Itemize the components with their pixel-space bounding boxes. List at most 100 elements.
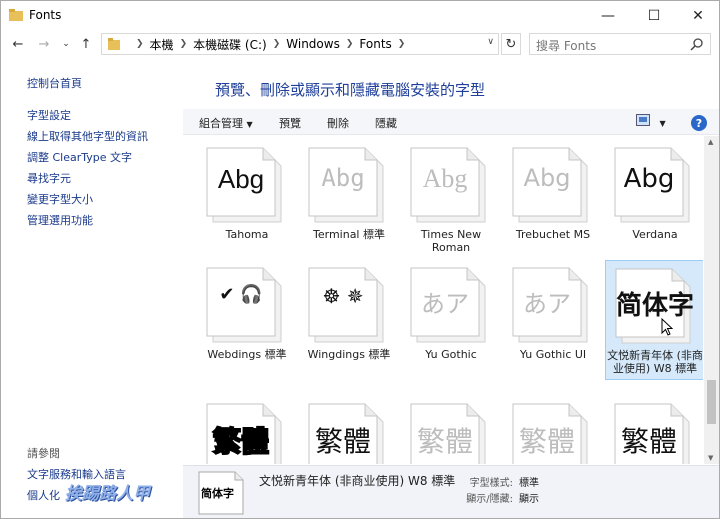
left-pane: 控制台首頁 字型設定 線上取得其他字型的資訊 調整 ClearType 文字 尋… bbox=[1, 65, 183, 518]
organize-menu[interactable]: 組合管理 ▼ bbox=[199, 115, 253, 131]
close-button[interactable]: ✕ bbox=[675, 1, 719, 31]
font-file-icon: Abg bbox=[203, 144, 289, 224]
font-tile[interactable]: あア Yu Gothic UI bbox=[503, 260, 603, 380]
window-title: Fonts bbox=[29, 8, 62, 22]
address-bar[interactable]: ❯ 本機 ❯ 本機磁碟 (C:) ❯ Windows ❯ Fonts ❯ ∨ bbox=[101, 33, 499, 55]
search-placeholder: 搜尋 Fonts bbox=[536, 39, 597, 53]
details-pane: 简体字 文悦新青年体 (非商业使用) W8 標準 字型樣式: 標準 顯示/隱藏:… bbox=[183, 465, 719, 518]
font-tile[interactable]: ✔ 🎧 Webdings 標準 bbox=[197, 260, 297, 380]
font-file-icon: あア bbox=[509, 264, 595, 344]
selected-font-thumbnail: 简体字 bbox=[197, 470, 245, 516]
font-sample-text: Abg bbox=[523, 164, 571, 192]
font-file-icon: ☸ ✵ bbox=[305, 264, 391, 344]
find-character-link[interactable]: 尋找字元 bbox=[27, 170, 71, 186]
watermark: 挨踢路人甲 bbox=[65, 484, 150, 504]
chevron-down-icon[interactable]: ∨ bbox=[487, 37, 494, 47]
page-title: 預覽、刪除或顯示和隱藏電腦安裝的字型 bbox=[215, 81, 486, 99]
mouse-cursor-icon bbox=[661, 318, 673, 336]
preview-button[interactable]: 預覽 bbox=[279, 115, 301, 131]
vertical-scrollbar[interactable]: ▲ ▼ bbox=[704, 136, 719, 464]
font-sample-text: 繁體 bbox=[620, 425, 677, 458]
font-tile[interactable]: ☸ ✵ Wingdings 標準 bbox=[299, 260, 399, 380]
search-input[interactable]: 搜尋 Fonts bbox=[529, 33, 711, 55]
font-file-icon: Abg bbox=[305, 144, 391, 224]
font-file-icon: Abg bbox=[407, 144, 493, 224]
change-font-size-link[interactable]: 變更字型大小 bbox=[27, 191, 93, 207]
font-sample-text: Abg bbox=[217, 164, 265, 194]
breadcrumb-item[interactable]: Fonts bbox=[359, 37, 391, 51]
selected-font-sample: 简体字 bbox=[201, 487, 234, 500]
font-file-icon: あア bbox=[407, 264, 493, 344]
font-sample-text: 简体字 bbox=[616, 291, 695, 321]
font-tile[interactable]: Abg Terminal 標準 bbox=[299, 140, 399, 260]
font-tile[interactable]: 繁體 bbox=[401, 396, 501, 464]
font-tile[interactable]: Abg Verdana bbox=[605, 140, 703, 260]
font-name-label: Wingdings 標準 bbox=[307, 348, 391, 361]
font-file-icon: Abg bbox=[509, 144, 595, 224]
breadcrumb-item[interactable]: Windows bbox=[286, 37, 340, 51]
folder-icon bbox=[9, 9, 23, 21]
font-name-label: Times New Roman bbox=[420, 228, 482, 254]
selected-font-name: 文悦新青年体 (非商业使用) W8 標準 bbox=[259, 474, 456, 488]
manage-optional-features-link[interactable]: 管理選用功能 bbox=[27, 212, 93, 228]
command-toolbar: 組合管理 ▼ 預覽 刪除 隱藏 ▼ bbox=[183, 109, 719, 135]
font-settings-link[interactable]: 字型設定 bbox=[27, 107, 71, 123]
scroll-up-icon: ▲ bbox=[708, 138, 714, 146]
font-tile[interactable]: Abg Trebuchet MS bbox=[503, 140, 603, 260]
font-tile[interactable]: 繁體 bbox=[605, 396, 703, 464]
font-name-label: Yu Gothic UI bbox=[519, 348, 587, 361]
font-sample-text: Abg bbox=[321, 164, 365, 192]
breadcrumb-item[interactable]: 本機磁碟 (C:) bbox=[193, 36, 267, 53]
font-tile[interactable]: 繁體 bbox=[503, 396, 603, 464]
view-options-button[interactable]: ▼ bbox=[636, 114, 666, 129]
back-button[interactable]: ← bbox=[9, 35, 27, 53]
font-sample-text: Abg bbox=[422, 164, 468, 193]
font-name-label: Verdana bbox=[632, 228, 678, 241]
help-button[interactable]: ? bbox=[691, 115, 707, 131]
font-sample-text: ☸ ✵ bbox=[322, 284, 364, 308]
font-name-label: Webdings 標準 bbox=[207, 348, 287, 361]
chevron-right-icon: ❯ bbox=[397, 39, 406, 49]
font-tile[interactable]: 繁體 bbox=[197, 396, 297, 464]
font-name-label: Terminal 標準 bbox=[313, 228, 385, 241]
font-tile[interactable]: Abg Times New Roman bbox=[401, 140, 501, 260]
adjust-cleartype-link[interactable]: 調整 ClearType 文字 bbox=[27, 149, 132, 165]
font-grid: Abg Tahoma Abg Terminal 標準 Abg Times New Roma… bbox=[183, 136, 703, 464]
visibility-value: 顯示 bbox=[519, 494, 539, 505]
font-tile[interactable]: 繁體 bbox=[299, 396, 399, 464]
refresh-button[interactable]: ↻ bbox=[501, 33, 521, 55]
font-file-icon: Abg bbox=[611, 144, 697, 224]
get-more-fonts-link[interactable]: 線上取得其他字型的資訊 bbox=[27, 128, 148, 144]
view-icon bbox=[636, 114, 650, 126]
folder-icon bbox=[108, 38, 120, 50]
hide-button[interactable]: 隱藏 bbox=[375, 115, 397, 131]
font-file-icon: 繁體 bbox=[203, 400, 289, 464]
font-name-label: Tahoma bbox=[225, 228, 269, 241]
chevron-down-icon: ▼ bbox=[659, 119, 666, 128]
font-name-label: Yu Gothic bbox=[425, 348, 477, 361]
personalization-link[interactable]: 個人化 bbox=[27, 487, 60, 503]
maximize-button[interactable]: ☐ bbox=[631, 1, 677, 31]
chevron-right-icon: ❯ bbox=[136, 39, 144, 49]
scroll-down-icon: ▼ bbox=[708, 454, 714, 462]
address-row: ← → ⌄ ↑ ❯ 本機 ❯ 本機磁碟 (C:) ❯ Windows ❯ Fon… bbox=[1, 31, 719, 57]
minimize-button[interactable]: — bbox=[585, 1, 631, 31]
font-tile[interactable]: Abg Tahoma bbox=[197, 140, 297, 260]
font-file-icon: 繁體 bbox=[407, 400, 493, 464]
font-tile[interactable]: あア Yu Gothic bbox=[401, 260, 501, 380]
control-panel-home-link[interactable]: 控制台首頁 bbox=[27, 75, 82, 91]
forward-button[interactable]: → bbox=[35, 35, 53, 53]
chevron-down-icon: ▼ bbox=[246, 120, 253, 129]
font-tile[interactable]: 简体字 文悦新青年体 (非商业使用) W8 標準 bbox=[605, 260, 703, 380]
recent-dropdown-button[interactable]: ⌄ bbox=[57, 35, 75, 53]
up-button[interactable]: ↑ bbox=[77, 35, 95, 53]
breadcrumb-item[interactable]: 本機 bbox=[150, 36, 174, 53]
chevron-right-icon: ❯ bbox=[345, 39, 354, 49]
delete-button[interactable]: 刪除 bbox=[327, 115, 349, 131]
chevron-right-icon: ❯ bbox=[179, 39, 188, 49]
fonts-window: Fonts — ☐ ✕ ← → ⌄ ↑ ❯ 本機 ❯ 本機磁碟 (C:) ❯ W… bbox=[0, 0, 720, 519]
chevron-right-icon: ❯ bbox=[272, 39, 281, 49]
title-bar: Fonts — ☐ ✕ bbox=[1, 1, 719, 31]
scroll-thumb[interactable] bbox=[707, 380, 716, 424]
font-file-icon: 简体字 bbox=[612, 265, 698, 345]
